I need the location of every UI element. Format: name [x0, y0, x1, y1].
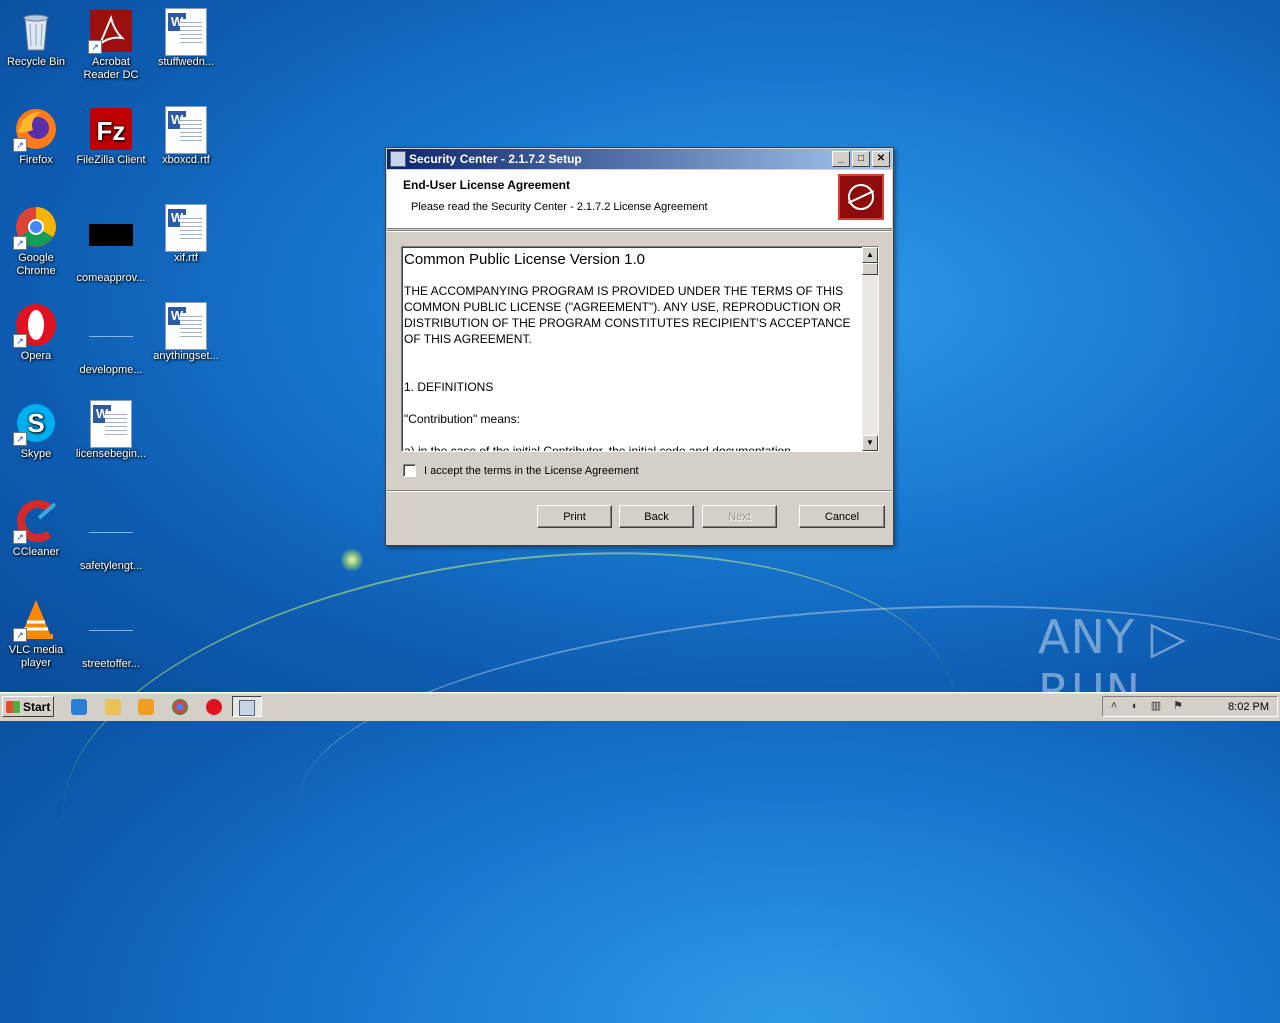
license-paragraph: a) in the case of the initial Contributo… — [404, 444, 791, 452]
close-button[interactable]: ✕ — [872, 151, 890, 167]
license-text-box[interactable]: Common Public License Version 1.0 THE AC… — [401, 246, 879, 452]
skype-icon: S ↗ — [13, 400, 59, 446]
desktop-icon-firefox[interactable]: ↗ Firefox — [0, 106, 74, 167]
setup-dialog: Security Center - 2.1.7.2 Setup _ □ ✕ En… — [385, 147, 894, 546]
next-button[interactable]: Next — [702, 505, 777, 528]
accept-terms-row[interactable]: I accept the terms in the License Agreem… — [403, 464, 639, 477]
desktop-icon-comeapprov[interactable]: comeapprov... — [73, 204, 149, 285]
setup-logo-icon — [838, 174, 884, 220]
shortcut-arrow-icon: ↗ — [13, 236, 27, 250]
desktop-icon-safetylengt[interactable]: safetylengt... — [73, 498, 149, 573]
ccleaner-icon: ↗ — [13, 498, 59, 544]
divider — [387, 230, 892, 232]
desktop-icon-xboxcd[interactable]: xboxcd.rtf — [148, 106, 224, 167]
license-scrollbar[interactable]: ▲ ▼ — [862, 247, 878, 451]
firefox-icon: ↗ — [13, 106, 59, 152]
blank-file-icon — [88, 512, 134, 558]
acrobat-icon: ↗ — [88, 8, 134, 54]
show-hidden-icons-icon[interactable]: ˄ — [1107, 700, 1121, 713]
chrome-taskbar-icon[interactable] — [172, 699, 188, 715]
scroll-down-arrow-icon[interactable]: ▼ — [862, 435, 878, 451]
print-button[interactable]: Print — [537, 505, 612, 528]
file-explorer-icon[interactable] — [105, 699, 121, 715]
start-button[interactable]: Start — [2, 696, 54, 717]
shortcut-arrow-icon: ↗ — [13, 530, 27, 544]
desktop-icon-ccleaner[interactable]: ↗ CCleaner — [0, 498, 74, 559]
scroll-up-arrow-icon[interactable]: ▲ — [862, 247, 878, 263]
desktop-icon-skype[interactable]: S ↗ Skype — [0, 400, 74, 461]
license-title: Common Public License Version 1.0 — [404, 251, 645, 268]
volume-icon[interactable]: ◖ — [1127, 700, 1141, 713]
word-document-icon — [163, 106, 209, 154]
license-paragraph: THE ACCOMPANYING PROGRAM IS PROVIDED UND… — [404, 284, 851, 346]
accept-terms-checkbox[interactable] — [403, 464, 416, 477]
word-document-icon — [88, 400, 134, 448]
desktop-icon-developme[interactable]: developme... — [73, 302, 149, 377]
dialog-heading: End-User License Agreement — [403, 178, 570, 192]
shortcut-arrow-icon: ↗ — [88, 40, 102, 54]
network-icon[interactable]: ▥ — [1149, 700, 1163, 713]
minimize-button[interactable]: _ — [832, 151, 850, 167]
shortcut-arrow-icon: ↗ — [13, 628, 27, 642]
desktop-icon-filezilla[interactable]: Fz FileZilla Client — [73, 106, 149, 167]
desktop-icon-anythingset[interactable]: anythingset... — [148, 302, 224, 363]
blank-file-icon — [88, 610, 134, 656]
chrome-icon: ↗ — [13, 204, 59, 250]
desktop-icon-recycle-bin[interactable]: Recycle Bin — [0, 8, 74, 69]
back-button[interactable]: Back — [619, 505, 694, 528]
word-document-icon — [163, 8, 209, 56]
system-tray: ˄ ◖ ▥ ⚑ 8:02 PM — [1102, 696, 1278, 717]
windows-logo-icon — [6, 700, 20, 713]
dialog-title: Security Center - 2.1.7.2 Setup — [409, 152, 582, 166]
maximize-button[interactable]: □ — [852, 151, 870, 167]
wallpaper-flare — [340, 548, 364, 572]
internet-explorer-icon[interactable] — [71, 699, 87, 715]
dialog-header: End-User License Agreement Please read t… — [387, 170, 892, 229]
opera-taskbar-icon[interactable] — [206, 699, 222, 715]
dialog-subheading: Please read the Security Center - 2.1.7.… — [411, 201, 708, 213]
desktop-icon-streetoffer[interactable]: streetoffer... — [73, 596, 149, 671]
shortcut-arrow-icon: ↗ — [13, 334, 27, 348]
desktop-icon-xif[interactable]: xif.rtf — [148, 204, 224, 265]
installer-icon — [239, 700, 255, 716]
start-label: Start — [23, 699, 51, 714]
desktop-icon-acrobat-reader[interactable]: ↗ Acrobat Reader DC — [73, 8, 149, 82]
taskbar: Start ˄ ◖ ▥ ⚑ 8:02 PM — [0, 692, 1280, 721]
svg-text:S: S — [27, 408, 44, 438]
installer-icon — [390, 151, 406, 167]
shortcut-arrow-icon: ↗ — [13, 138, 27, 152]
desktop-icon-stuffwedn[interactable]: stuffwedn... — [148, 8, 224, 69]
black-file-icon — [88, 224, 134, 270]
desktop-icon-google-chrome[interactable]: ↗ Google Chrome — [0, 204, 74, 278]
desktop-icon-licensebegin[interactable]: licensebegin... — [73, 400, 149, 461]
license-section-heading: 1. DEFINITIONS — [404, 380, 494, 394]
dialog-titlebar[interactable]: Security Center - 2.1.7.2 Setup _ □ ✕ — [387, 149, 892, 169]
opera-icon: ↗ — [13, 302, 59, 348]
shortcut-arrow-icon: ↗ — [13, 432, 27, 446]
svg-text:Fz: Fz — [97, 116, 126, 146]
blank-file-icon — [88, 316, 134, 362]
license-paragraph: "Contribution" means: — [404, 412, 520, 426]
accept-terms-label[interactable]: I accept the terms in the License Agreem… — [424, 465, 639, 477]
vlc-icon: ↗ — [13, 596, 59, 642]
action-center-flag-icon[interactable]: ⚑ — [1171, 700, 1185, 713]
cancel-button[interactable]: Cancel — [799, 505, 885, 528]
divider — [387, 490, 892, 492]
word-document-icon — [163, 204, 209, 252]
clock[interactable]: 8:02 PM — [1228, 701, 1269, 713]
desktop-icon-vlc[interactable]: ↗ VLC media player — [0, 596, 74, 670]
word-document-icon — [163, 302, 209, 350]
desktop-icon-opera[interactable]: ↗ Opera — [0, 302, 74, 363]
filezilla-icon: Fz — [88, 106, 134, 152]
taskbar-setup-window[interactable] — [232, 696, 262, 717]
media-player-icon[interactable] — [138, 699, 154, 715]
recycle-bin-icon — [13, 8, 59, 54]
scroll-thumb[interactable] — [862, 263, 878, 275]
